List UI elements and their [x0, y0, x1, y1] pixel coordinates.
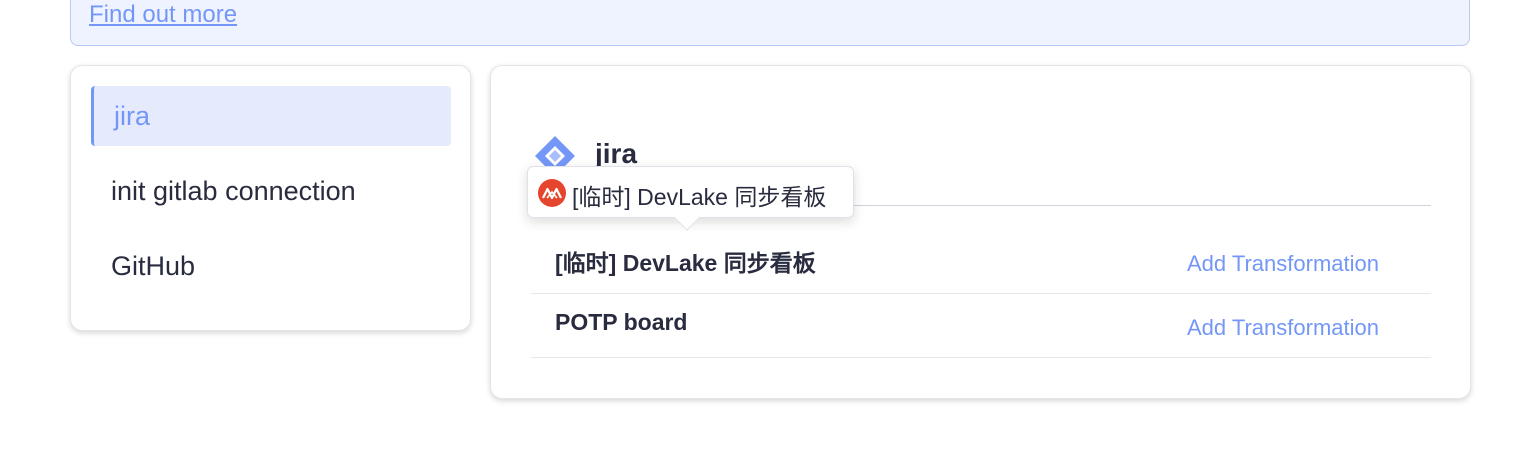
connection-item-gitlab[interactable]: init gitlab connection — [91, 161, 451, 221]
board-name: POTP board — [555, 309, 688, 335]
tooltip-text: [临时] DevLake 同步看板 — [572, 184, 827, 210]
board-tooltip: [临时] DevLake 同步看板 — [527, 166, 854, 231]
row-divider — [531, 293, 1431, 294]
row-divider — [531, 357, 1431, 358]
find-out-more-link[interactable]: Find out more — [89, 1, 237, 29]
connection-item-github[interactable]: GitHub — [91, 236, 451, 296]
add-transformation-link[interactable]: Add Transformation — [1187, 315, 1379, 341]
add-transformation-link[interactable]: Add Transformation — [1187, 251, 1379, 277]
connection-item-jira[interactable]: jira — [91, 86, 451, 146]
info-notice: Find out more — [70, 0, 1470, 46]
board-avatar-icon — [538, 179, 566, 207]
board-name: [临时] DevLake 同步看板 — [555, 250, 816, 276]
data-scope-panel: jira [临时] DevLake 同步看板 Add Transformatio… — [490, 65, 1471, 399]
connection-list-panel: jira init gitlab connection GitHub — [70, 65, 471, 331]
